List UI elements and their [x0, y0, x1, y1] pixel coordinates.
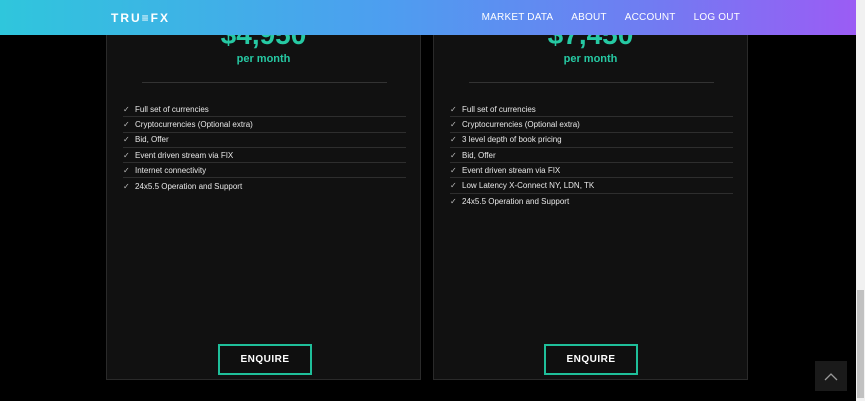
- feature-item: ✓ Full set of currencies: [450, 102, 733, 118]
- chevron-up-icon: [824, 372, 838, 380]
- nav-log-out[interactable]: LOG OUT: [694, 12, 740, 23]
- nav-market-data[interactable]: MARKET DATA: [482, 12, 554, 23]
- check-icon: ✓: [450, 196, 457, 206]
- enquire-button[interactable]: ENQUIRE: [218, 344, 312, 375]
- divider: [142, 82, 387, 83]
- check-icon: ✓: [450, 150, 457, 160]
- plan-period: per month: [563, 53, 618, 65]
- feature-item: ✓ Event driven stream via FIX: [123, 148, 406, 164]
- check-icon: ✓: [123, 150, 130, 160]
- feature-item: ✓ Internet connectivity: [123, 163, 406, 179]
- feature-item: ✓ Bid, Offer: [123, 133, 406, 148]
- feature-item: ✓ Low Latency X-Connect NY, LDN, TK: [450, 178, 733, 194]
- main-nav: MARKET DATA ABOUT ACCOUNT LOG OUT: [464, 12, 740, 23]
- check-icon: ✓: [123, 104, 130, 114]
- feature-label: Event driven stream via FIX: [135, 150, 234, 160]
- feature-item: ✓ Full set of currencies: [123, 102, 406, 118]
- feature-list: ✓ Full set of currencies ✓ Cryptocurrencie…: [123, 102, 406, 194]
- feature-item: ✓ Event driven stream via FIX: [450, 163, 733, 179]
- feature-item: ✓ Cryptocurrencies (Optional extra): [123, 117, 406, 133]
- feature-list: ✓ Full set of currencies ✓ Cryptocurrencie…: [450, 102, 733, 209]
- feature-label: Bid, Offer: [462, 150, 496, 160]
- feature-label: Cryptocurrencies (Optional extra): [135, 119, 253, 129]
- feature-label: 24x5.5 Operation and Support: [135, 181, 243, 191]
- feature-label: Low Latency X-Connect NY, LDN, TK: [462, 181, 595, 191]
- check-icon: ✓: [450, 104, 457, 114]
- feature-label: Cryptocurrencies (Optional extra): [462, 119, 580, 129]
- check-icon: ✓: [450, 135, 457, 145]
- nav-account[interactable]: ACCOUNT: [625, 12, 676, 23]
- check-icon: ✓: [123, 181, 130, 191]
- check-icon: ✓: [123, 135, 130, 145]
- feature-label: Full set of currencies: [462, 104, 536, 114]
- check-icon: ✓: [450, 181, 457, 191]
- plan-period: per month: [236, 53, 291, 65]
- feature-label: Event driven stream via FIX: [462, 165, 561, 175]
- check-icon: ✓: [123, 165, 130, 175]
- feature-label: Internet connectivity: [135, 165, 207, 175]
- feature-item: ✓ 24x5.5 Operation and Support: [123, 178, 406, 193]
- top-header: TRU≡FX MARKET DATA ABOUT ACCOUNT LOG OUT: [0, 0, 856, 35]
- feature-label: Bid, Offer: [135, 135, 169, 145]
- feature-item: ✓ 3 level depth of book pricing: [450, 133, 733, 148]
- pricing-card-1: $4,950 per month ✓Full set of currencies…: [106, 0, 421, 380]
- check-icon: ✓: [450, 165, 457, 175]
- check-icon: ✓: [123, 119, 130, 129]
- scrollbar-thumb[interactable]: [857, 290, 864, 398]
- enquire-button[interactable]: ENQUIRE: [544, 344, 638, 375]
- feature-label: 3 level depth of book pricing: [462, 135, 562, 145]
- page-scrollbar[interactable]: [856, 0, 865, 401]
- scroll-to-top-button[interactable]: [815, 361, 847, 391]
- feature-label: Full set of currencies: [135, 104, 209, 114]
- truefx-logo[interactable]: TRU≡FX: [111, 11, 170, 25]
- feature-item: ✓ 24x5.5 Operation and Support: [450, 194, 733, 209]
- nav-about[interactable]: ABOUT: [571, 12, 606, 23]
- feature-item: ✓ Cryptocurrencies (Optional extra): [450, 117, 733, 133]
- feature-item: ✓ Bid, Offer: [450, 148, 733, 164]
- pricing-card-2: $7,450 per month ✓Full set of currencies…: [433, 0, 748, 380]
- divider: [469, 82, 714, 83]
- check-icon: ✓: [450, 119, 457, 129]
- feature-label: 24x5.5 Operation and Support: [462, 196, 570, 206]
